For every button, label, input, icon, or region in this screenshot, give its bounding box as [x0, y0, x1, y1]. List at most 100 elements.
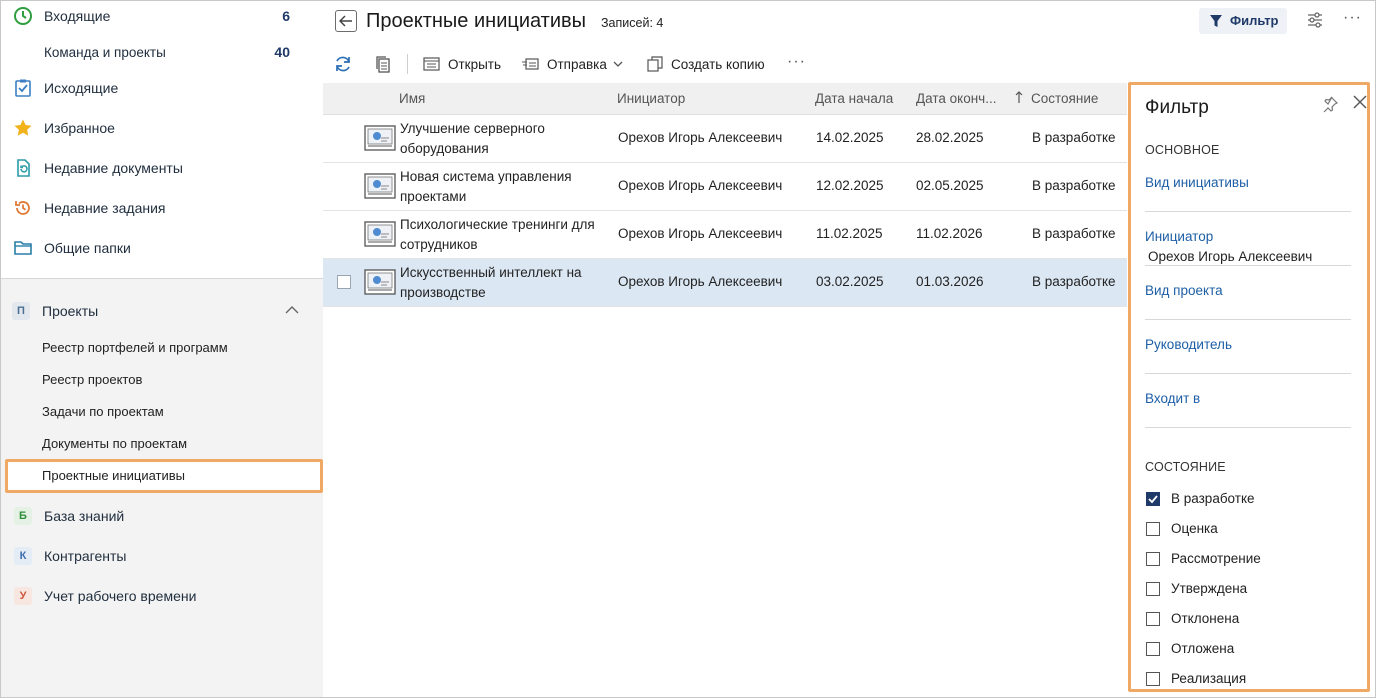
- table-row-selected[interactable]: Искусственный интеллект на производстве …: [323, 259, 1127, 307]
- sidebar-item-favorites[interactable]: Избранное: [1, 113, 323, 143]
- initiative-doc-icon: [364, 125, 396, 154]
- sidebar-item-time-tracking[interactable]: У Учет рабочего времени: [1, 581, 323, 611]
- sidebar-item-projects-registry[interactable]: Реестр проектов: [42, 372, 142, 387]
- manager-field[interactable]: Руководитель: [1145, 337, 1232, 352]
- arrow-left-icon: [339, 15, 352, 27]
- toolbar-more-icon[interactable]: ···: [787, 53, 806, 71]
- back-button[interactable]: [335, 10, 357, 32]
- copy-list-icon[interactable]: [373, 54, 393, 77]
- sidebar-item-project-initiatives[interactable]: Проектные инициативы: [42, 468, 185, 483]
- checkbox-label: В разработке: [1171, 491, 1255, 506]
- checkbox-label: Отклонена: [1171, 611, 1240, 626]
- cell-name: Искусственный интеллект на производстве: [400, 265, 582, 300]
- sidebar-item-label: Входящие: [44, 8, 111, 24]
- sidebar-item-project-tasks[interactable]: Задачи по проектам: [42, 404, 164, 419]
- table-row[interactable]: Улучшение серверного оборудования Орехов…: [323, 115, 1127, 163]
- settings-sliders-icon[interactable]: [1306, 11, 1324, 32]
- sidebar-item-team-projects[interactable]: Команда и проекты 40: [1, 37, 323, 67]
- cell-name: Новая система управления проектами: [400, 169, 572, 204]
- sidebar-top-nav: Входящие 6 Команда и проекты 40 Исходящи…: [1, 1, 323, 279]
- title-bar: Проектные инициативы Записей: 4 Фильтр ·…: [323, 1, 1375, 43]
- recent-doc-icon: [13, 158, 33, 178]
- column-header-initiator[interactable]: Инициатор: [617, 91, 685, 106]
- pin-icon[interactable]: [1321, 95, 1339, 116]
- send-dropdown-button[interactable]: Отправка: [522, 49, 623, 79]
- cell-name: Улучшение серверного оборудования: [400, 121, 545, 156]
- sidebar-item-label: Недавние документы: [44, 160, 183, 176]
- cell-name: Психологические тренинги для сотрудников: [400, 217, 595, 252]
- state-checkbox-review[interactable]: Рассмотрение: [1146, 549, 1346, 569]
- send-icon: [522, 58, 539, 70]
- send-button-label: Отправка: [547, 56, 607, 72]
- state-checkbox-evaluation[interactable]: Оценка: [1146, 519, 1346, 539]
- sidebar-item-inbox[interactable]: Входящие 6: [1, 1, 323, 31]
- filter-button[interactable]: Фильтр: [1199, 8, 1287, 34]
- sidebar-item-portfolios[interactable]: Реестр портфелей и программ: [42, 340, 228, 355]
- checkbox[interactable]: [1146, 522, 1160, 536]
- sidebar-item-project-docs[interactable]: Документы по проектам: [42, 436, 187, 451]
- sidebar-item-outbox[interactable]: Исходящие: [1, 73, 323, 103]
- filter-panel: Фильтр ОСНОВНОЕ Вид инициативы Инициатор…: [1128, 82, 1370, 692]
- column-header-state[interactable]: Состояние: [1031, 91, 1098, 106]
- sidebar-item-label: Избранное: [44, 120, 115, 136]
- close-icon[interactable]: [1353, 95, 1367, 112]
- filter-button-label: Фильтр: [1230, 13, 1279, 28]
- initiative-doc-icon: [364, 269, 396, 298]
- column-header-start-date[interactable]: Дата начала: [815, 91, 893, 106]
- project-type-field[interactable]: Вид проекта: [1145, 283, 1223, 298]
- cell-start-date: 12.02.2025: [816, 178, 884, 193]
- table-row[interactable]: Психологические тренинги для сотрудников…: [323, 211, 1127, 259]
- sidebar-item-label: Исходящие: [44, 80, 119, 96]
- more-options-icon[interactable]: ···: [1343, 9, 1362, 27]
- sidebar-item-label: Недавние задания: [44, 200, 166, 216]
- state-checkbox-in-development[interactable]: В разработке: [1146, 489, 1346, 509]
- projects-label: Проекты: [42, 303, 99, 319]
- page-title: Проектные инициативы: [366, 10, 587, 32]
- cell-start-date: 11.02.2025: [816, 226, 883, 241]
- checkbox[interactable]: [1146, 642, 1160, 656]
- checkbox[interactable]: [1146, 672, 1160, 686]
- counterparties-badge: К: [14, 547, 32, 565]
- checkbox[interactable]: [1146, 612, 1160, 626]
- sidebar: Входящие 6 Команда и проекты 40 Исходящи…: [1, 1, 323, 697]
- sidebar-item-label: Общие папки: [44, 240, 131, 256]
- sidebar-item-label: Команда и проекты: [44, 44, 166, 60]
- chevron-down-icon: [613, 61, 623, 67]
- state-checkbox-approved[interactable]: Утверждена: [1146, 579, 1346, 599]
- cell-end-date: 02.05.2025: [916, 178, 984, 193]
- part-of-field[interactable]: Входит в: [1145, 391, 1200, 406]
- sidebar-item-recent-docs[interactable]: Недавние документы: [1, 153, 323, 183]
- chevron-up-icon[interactable]: [284, 304, 300, 319]
- checkbox-checked[interactable]: [1146, 492, 1160, 506]
- initiative-type-field[interactable]: Вид инициативы: [1145, 175, 1249, 190]
- checkbox[interactable]: [1146, 582, 1160, 596]
- field-underline: [1145, 265, 1351, 266]
- table-header: Имя Инициатор Дата начала Дата оконч... …: [323, 83, 1127, 115]
- column-header-end-date[interactable]: Дата оконч...: [916, 91, 996, 106]
- sidebar-item-counterparties[interactable]: К Контрагенты: [1, 541, 323, 571]
- row-checkbox[interactable]: [337, 275, 351, 289]
- table-row[interactable]: Новая система управления проектами Орехо…: [323, 163, 1127, 211]
- projects-header[interactable]: П Проекты: [1, 297, 323, 325]
- sidebar-item-shared-folders[interactable]: Общие папки: [1, 233, 323, 263]
- field-underline: [1145, 211, 1351, 212]
- sidebar-item-recent-tasks[interactable]: Недавние задания: [1, 193, 323, 223]
- section-main-heading: ОСНОВНОЕ: [1145, 143, 1220, 157]
- sidebar-item-knowledge-base[interactable]: Б База знаний: [1, 501, 323, 531]
- outbox-check-icon: [13, 78, 33, 98]
- create-copy-button[interactable]: Создать копию: [647, 49, 765, 79]
- checkmark-icon: [1148, 495, 1158, 504]
- checkbox[interactable]: [1146, 552, 1160, 566]
- state-checkbox-implementation[interactable]: Реализация: [1146, 669, 1346, 689]
- open-button[interactable]: Открыть: [423, 49, 501, 79]
- state-checkbox-rejected[interactable]: Отклонена: [1146, 609, 1346, 629]
- cell-initiator: Орехов Игорь Алексеевич: [618, 178, 783, 193]
- cell-end-date: 28.02.2025: [916, 130, 984, 145]
- state-checkbox-postponed[interactable]: Отложена: [1146, 639, 1346, 659]
- star-icon: [13, 118, 33, 138]
- refresh-icon[interactable]: [333, 54, 353, 77]
- column-header-name[interactable]: Имя: [399, 91, 425, 106]
- team-projects-count: 40: [274, 44, 290, 60]
- initiator-field-label[interactable]: Инициатор: [1145, 229, 1213, 244]
- initiator-field-value[interactable]: Орехов Игорь Алексеевич: [1148, 249, 1312, 264]
